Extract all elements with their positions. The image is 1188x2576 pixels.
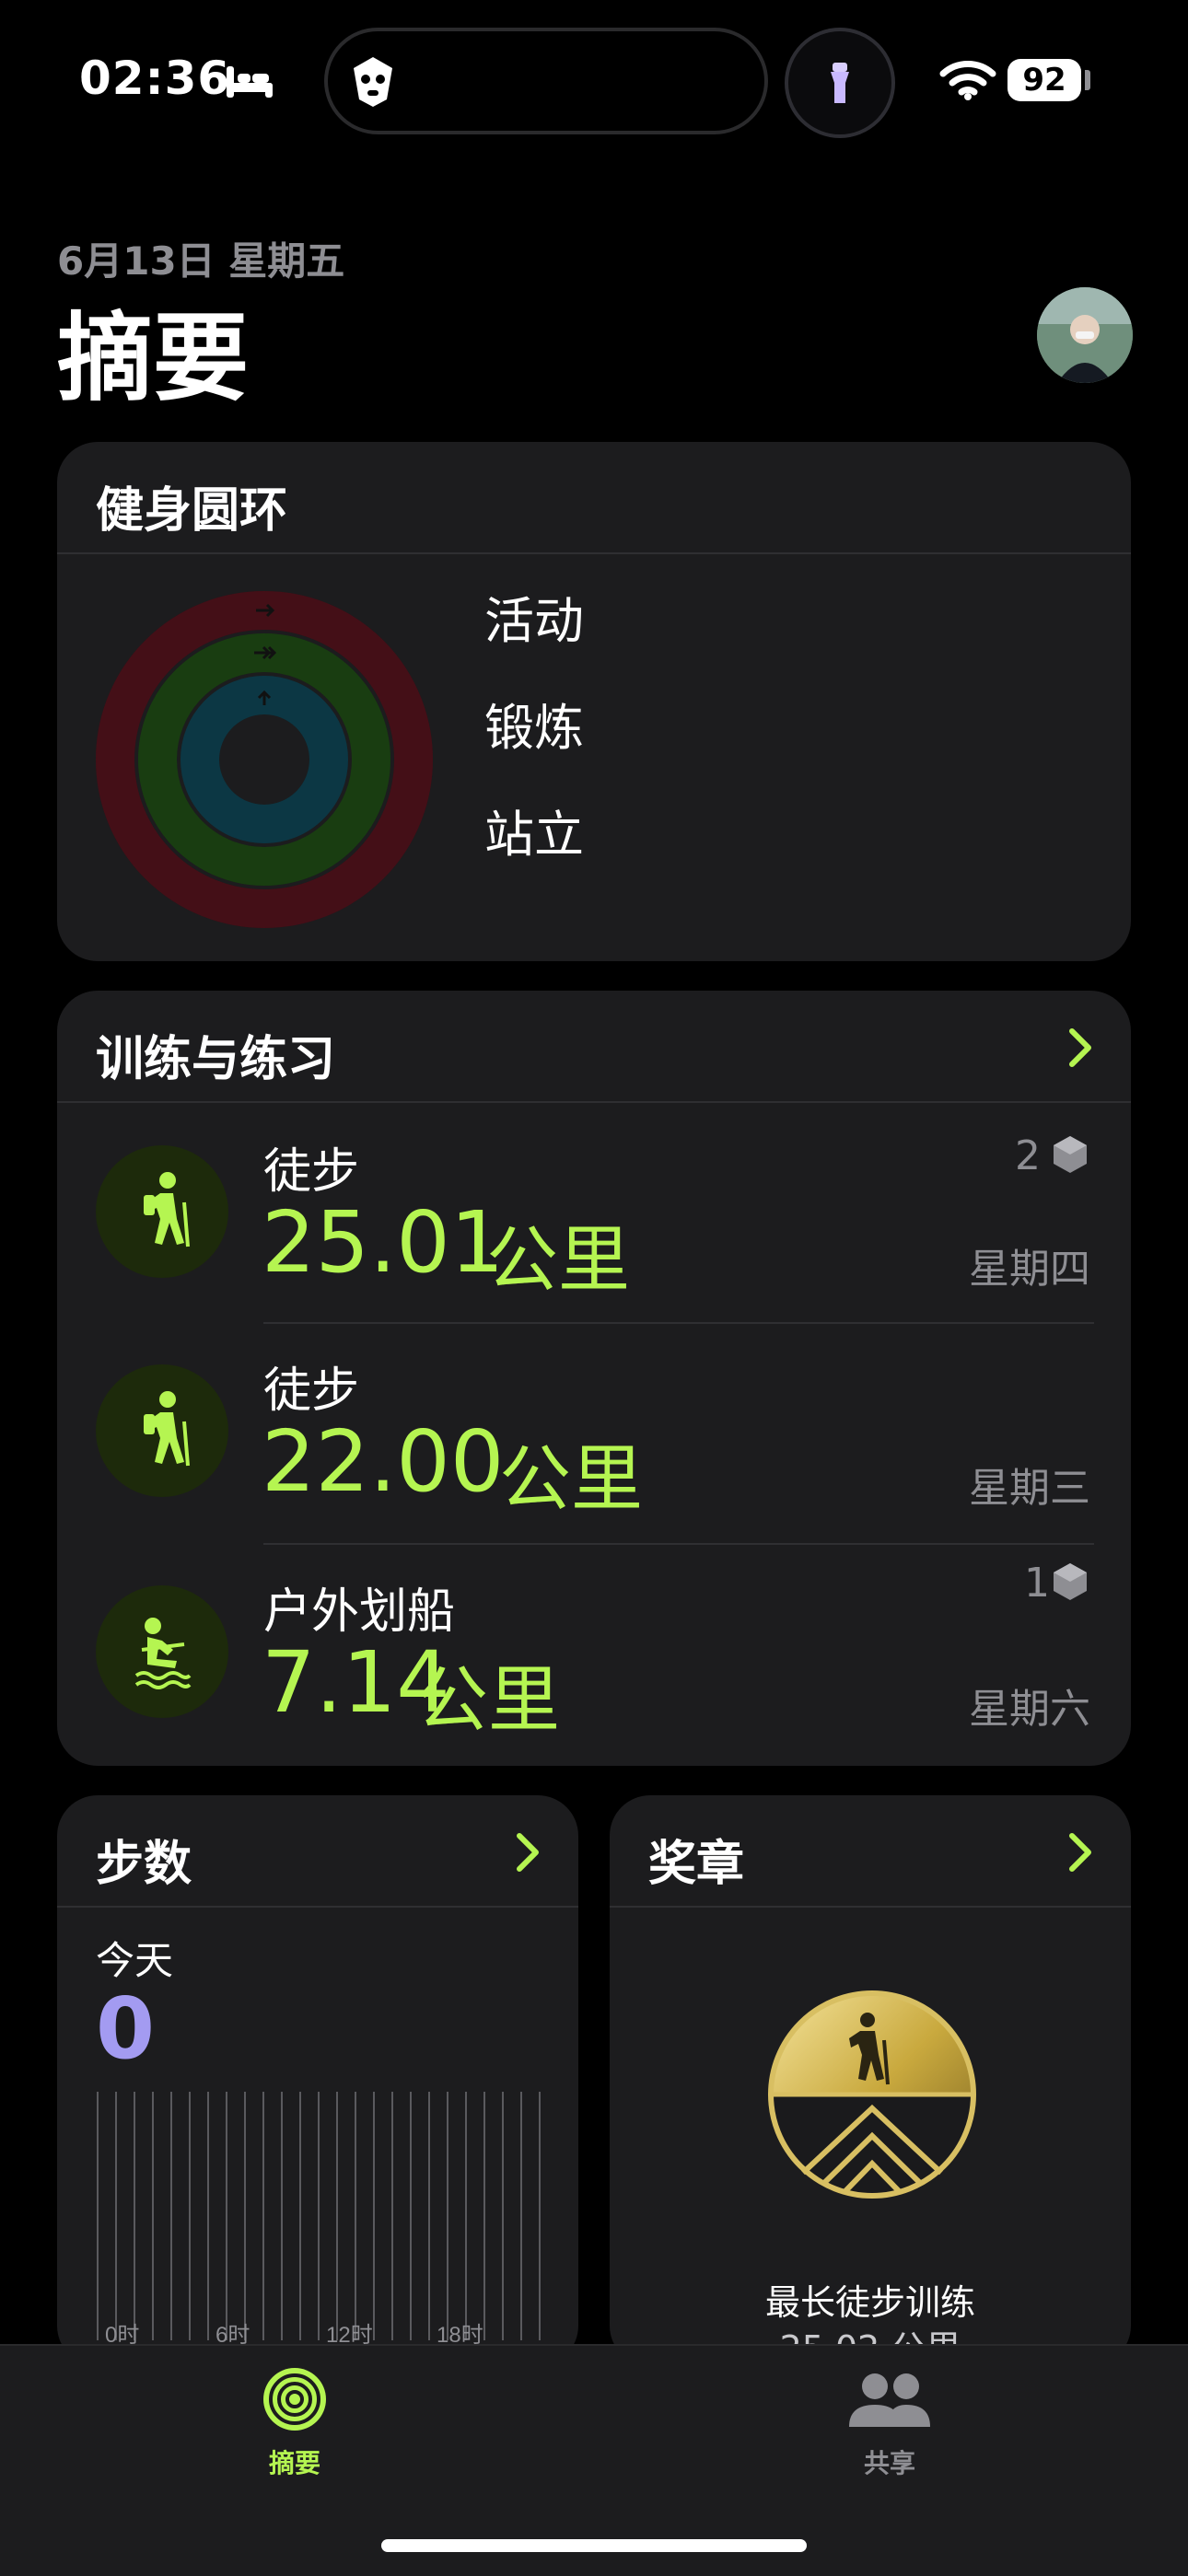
activity-rings-icon [96,591,433,928]
rowing-icon [96,1585,228,1718]
battery-indicator: 92 [1007,59,1081,101]
award-badge-icon [1054,1136,1087,1173]
avatar-photo [1037,287,1133,383]
card-title: 步数 [96,1837,192,1892]
hiking-icon [96,1364,228,1497]
card-title: 健身圆环 [96,483,288,539]
steps-today-label: 今天 [96,1938,174,1983]
workout-badge-count: 1 [1024,1560,1050,1607]
steps-hourly-chart: 0时 6时 12时 18时 [97,2092,541,2348]
steps-today-value: 0 [96,1979,156,2078]
page-title: 摘要 [57,302,250,414]
avatar[interactable] [1037,287,1133,383]
hiking-icon [96,1145,228,1278]
workout-unit: 公里 [499,1438,644,1521]
steps-card-header[interactable]: 步数 [57,1795,578,1908]
workout-day: 星期三 [969,1465,1090,1512]
workouts-card-header[interactable]: 训练与练习 [57,991,1131,1103]
awards-card[interactable]: 奖章 最长徒步训练 25.02 公里 [610,1795,1131,2366]
award-name: 最长徒步训练 [764,2282,975,2323]
people-icon [849,2373,930,2427]
ring-label-stand: 站立 [484,806,584,864]
hiking-award-medal-icon [768,1990,976,2199]
award-badge-icon [1054,1563,1087,1600]
tab-sharing[interactable]: 共享 [798,2346,982,2493]
chevron-right-icon[interactable] [1066,1027,1094,1068]
tab-summary[interactable]: 摘要 [203,2346,387,2493]
workout-unit: 公里 [486,1219,631,1302]
card-title: 训练与练习 [96,1032,336,1087]
workouts-card[interactable]: 训练与练习 徒步 25.01 公里 2 星期四 徒步 22.00 公里 星期三 … [57,991,1131,1766]
workout-name: 户外划船 [263,1584,456,1640]
workout-day: 星期六 [969,1686,1090,1733]
workout-row[interactable]: 徒步 25.01 公里 2 星期四 [57,1101,1131,1322]
status-time: 02:36 [79,52,231,105]
workout-row[interactable]: 户外划船 7.14 公里 1 星期六 [57,1543,1131,1764]
vpn-activity-icon [354,57,392,107]
flashlight-icon [831,63,849,103]
workout-day: 星期四 [969,1246,1090,1293]
workout-distance: 25.01 [262,1193,505,1292]
workout-name: 徒步 [263,1144,360,1200]
header-date: 6月13日 星期五 [57,238,345,284]
workout-unit: 公里 [416,1659,561,1742]
workout-row[interactable]: 徒步 22.00 公里 星期三 [57,1322,1131,1543]
ring-label-exercise: 锻炼 [484,699,584,757]
tab-label: 摘要 [268,2448,320,2478]
sleep-focus-icon [227,66,273,98]
awards-card-header[interactable]: 奖章 [610,1795,1131,1908]
ring-label-move: 活动 [484,592,584,650]
tab-label: 共享 [863,2448,915,2478]
workout-distance: 22.00 [262,1412,505,1511]
workout-name: 徒步 [263,1363,360,1419]
activity-rings-tab-icon [263,2368,326,2431]
battery-tip [1085,70,1090,90]
activity-rings-card[interactable]: 健身圆环 活动 锻炼 站立 [57,442,1131,961]
chevron-right-icon[interactable] [514,1832,542,1873]
home-indicator[interactable] [381,2539,807,2552]
workout-badge-count: 2 [1015,1132,1041,1179]
card-title: 奖章 [648,1837,745,1892]
chevron-right-icon[interactable] [1066,1832,1094,1873]
steps-card[interactable]: 步数 今天 0 0时 6时 12时 18时 [57,1795,578,2366]
activity-rings-card-header: 健身圆环 [57,442,1131,554]
wifi-icon [939,61,996,100]
